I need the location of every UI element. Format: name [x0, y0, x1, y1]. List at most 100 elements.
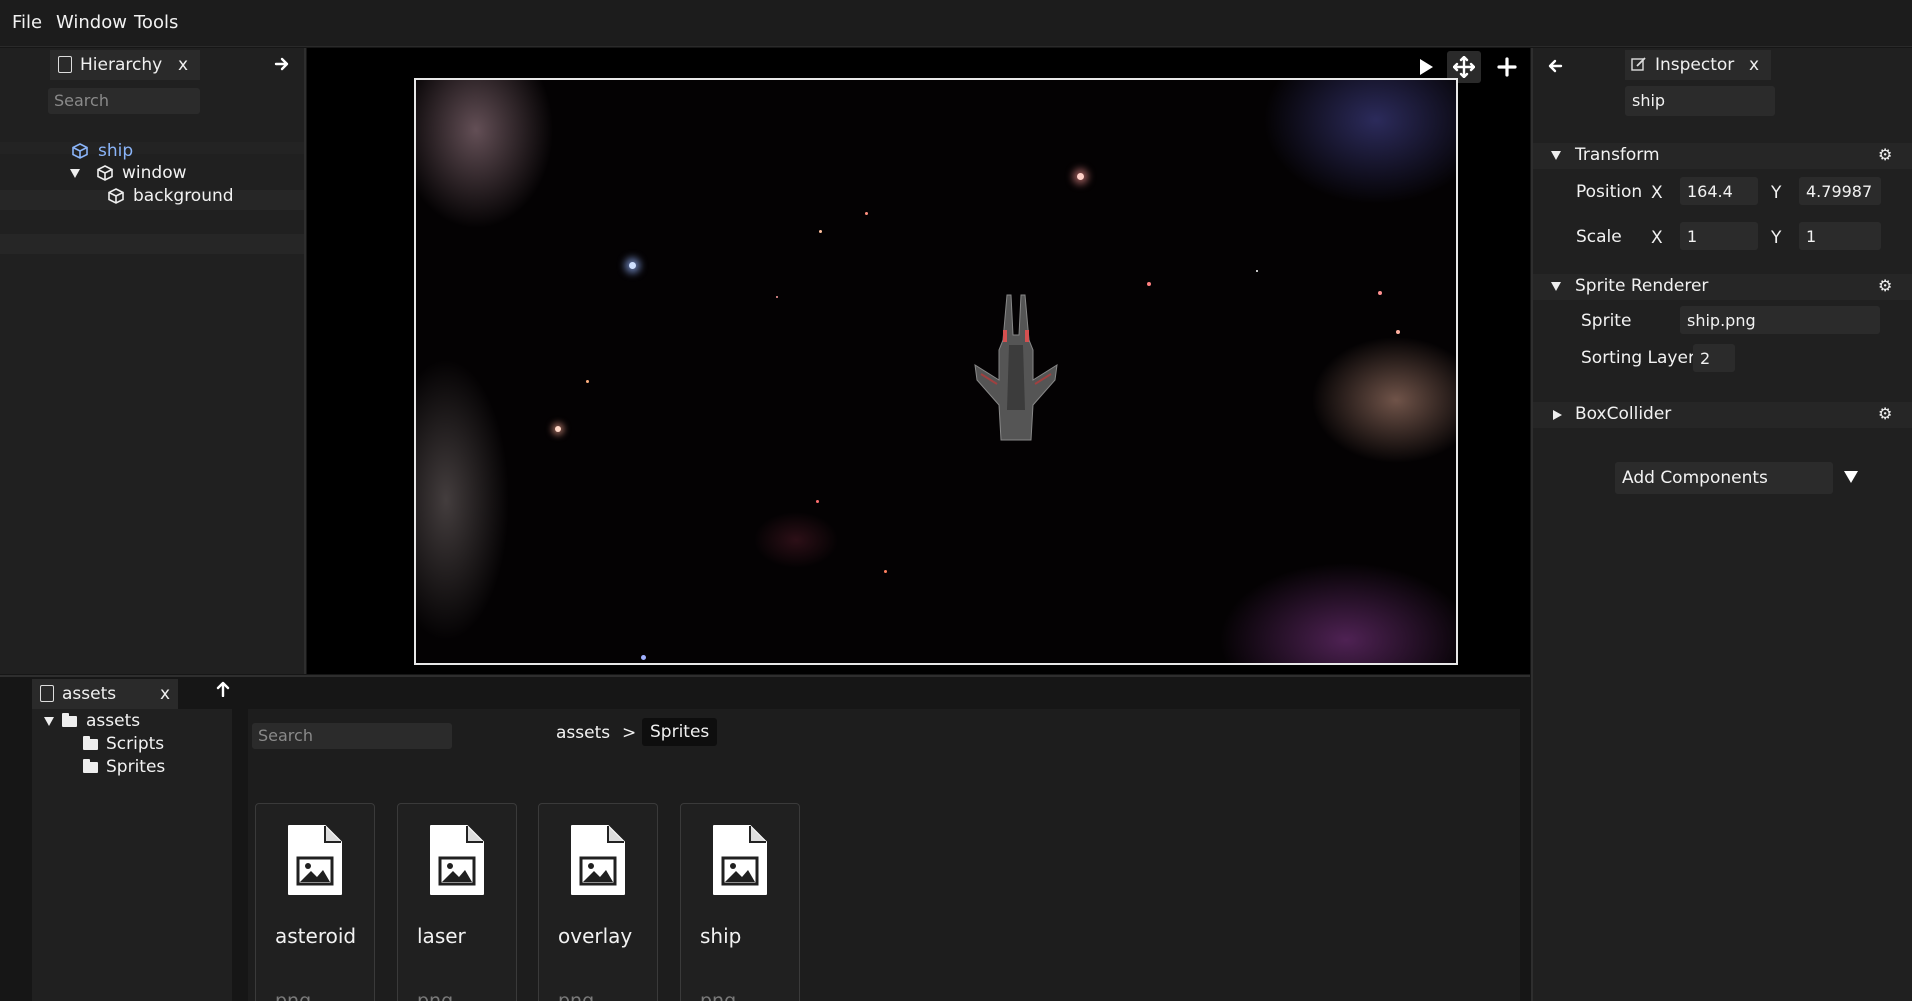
sprite-label: Sprite — [1581, 311, 1632, 331]
expand-arrow-icon[interactable] — [1553, 410, 1562, 420]
menu-window[interactable]: Window — [56, 12, 127, 33]
edit-icon — [1631, 57, 1646, 71]
menu-tools[interactable]: Tools — [134, 12, 178, 33]
expand-arrow-icon[interactable] — [44, 717, 54, 726]
tab-assets-label: assets — [62, 684, 117, 704]
asset-name: ship — [700, 924, 742, 948]
box-collider-header[interactable]: BoxCollider ⚙ — [1533, 402, 1912, 428]
asset-ext: png — [417, 990, 454, 1001]
menu-file[interactable]: File — [12, 12, 42, 33]
asset-ext: png — [275, 990, 312, 1001]
cube-icon — [97, 165, 113, 181]
scale-x-field[interactable]: 1 — [1680, 222, 1758, 250]
sorting-layer-label: Sorting Layer — [1581, 348, 1695, 368]
position-x-field[interactable]: 164.4 — [1680, 177, 1758, 205]
arrow-right-icon[interactable] — [274, 56, 290, 72]
star — [1077, 173, 1084, 180]
position-x-label: X — [1651, 183, 1663, 203]
folder-icon — [83, 736, 98, 750]
star — [1256, 270, 1258, 272]
position-y-field[interactable]: 4.79987 — [1799, 177, 1881, 205]
gear-icon[interactable]: ⚙ — [1878, 404, 1892, 423]
tab-inspector[interactable]: Inspector x — [1625, 50, 1771, 80]
transform-header[interactable]: Transform ⚙ — [1533, 143, 1912, 169]
star — [884, 570, 887, 573]
move-icon — [1453, 56, 1475, 78]
collapse-arrow-icon[interactable] — [1551, 151, 1561, 160]
tree-item-label: Sprites — [106, 757, 166, 777]
scale-x-label: X — [1651, 228, 1663, 248]
arrow-left-icon[interactable] — [1547, 58, 1563, 74]
scene-viewport[interactable] — [307, 48, 1530, 674]
ship-sprite[interactable] — [971, 290, 1061, 445]
tree-item-label: window — [122, 163, 187, 183]
tree-item-label: background — [133, 186, 234, 206]
hierarchy-panel: Hierarchy x Search ship window backgroun… — [0, 48, 306, 674]
asset-name: overlay — [558, 924, 633, 948]
hierarchy-search-input[interactable]: Search — [48, 88, 200, 114]
asset-card[interactable]: asteroid png — [255, 803, 375, 1001]
sprite-renderer-title: Sprite Renderer — [1575, 276, 1709, 296]
scale-y-label: Y — [1771, 228, 1782, 248]
collapse-arrow-icon[interactable] — [1551, 282, 1561, 291]
star — [555, 426, 561, 432]
folder-icon — [83, 759, 98, 773]
breadcrumb-current[interactable]: Sprites — [642, 718, 718, 746]
star — [1378, 291, 1382, 295]
asset-ext: png — [558, 990, 595, 1001]
asset-card[interactable]: ship png — [680, 803, 800, 1001]
sprite-field[interactable]: ship.png — [1680, 306, 1880, 334]
star — [586, 380, 589, 383]
star — [865, 212, 868, 215]
gear-icon[interactable]: ⚙ — [1878, 145, 1892, 164]
list-stripe — [0, 234, 304, 254]
assets-folder-tree: assets Scripts Sprites — [32, 709, 232, 1001]
add-components-select[interactable]: Add Components — [1615, 462, 1833, 494]
folder-icon — [62, 713, 77, 727]
star — [816, 500, 819, 503]
tab-hierarchy-label: Hierarchy — [80, 55, 163, 75]
sorting-layer-field[interactable]: 2 — [1693, 344, 1735, 372]
tree-item-label: Scripts — [106, 734, 165, 754]
star — [819, 230, 822, 233]
scale-y-field[interactable]: 1 — [1799, 222, 1881, 250]
close-assets-button[interactable]: x — [160, 684, 170, 704]
chevron-down-icon[interactable] — [1843, 470, 1859, 484]
document-icon — [58, 56, 72, 73]
position-label: Position — [1576, 182, 1643, 202]
scale-label: Scale — [1576, 227, 1622, 247]
image-file-icon — [430, 825, 484, 895]
cube-icon — [108, 188, 124, 204]
close-hierarchy-button[interactable]: x — [178, 55, 188, 75]
arrow-up-icon[interactable] — [216, 681, 230, 697]
box-collider-title: BoxCollider — [1575, 404, 1672, 424]
position-y-label: Y — [1771, 183, 1782, 203]
object-name-field[interactable]: ship — [1625, 86, 1775, 116]
play-icon[interactable] — [1417, 58, 1435, 76]
breadcrumb-separator: > — [622, 723, 637, 743]
asset-card[interactable]: laser png — [397, 803, 517, 1001]
image-file-icon — [571, 825, 625, 895]
scene-canvas[interactable] — [414, 78, 1458, 665]
assets-search-input[interactable]: Search — [252, 723, 452, 749]
tree-item-label: ship — [98, 141, 134, 161]
close-inspector-button[interactable]: x — [1749, 55, 1759, 75]
tab-hierarchy[interactable]: Hierarchy x — [50, 50, 200, 80]
star — [1147, 282, 1151, 286]
cube-icon — [72, 143, 88, 159]
sprite-renderer-header[interactable]: Sprite Renderer ⚙ — [1533, 274, 1912, 300]
breadcrumb-root[interactable]: assets — [556, 723, 610, 743]
tab-assets[interactable]: assets x — [32, 679, 178, 709]
plus-icon[interactable] — [1497, 57, 1517, 77]
star — [629, 262, 636, 269]
asset-card[interactable]: overlay png — [538, 803, 658, 1001]
list-stripe — [0, 142, 304, 154]
expand-arrow-icon[interactable] — [70, 169, 80, 178]
inspector-panel: Inspector x ship Transform ⚙ Position X … — [1531, 48, 1912, 1001]
asset-ext: png — [700, 990, 737, 1001]
star — [641, 655, 646, 660]
gear-icon[interactable]: ⚙ — [1878, 276, 1892, 295]
star — [776, 296, 778, 298]
star — [1396, 330, 1400, 334]
transform-title: Transform — [1575, 145, 1660, 165]
